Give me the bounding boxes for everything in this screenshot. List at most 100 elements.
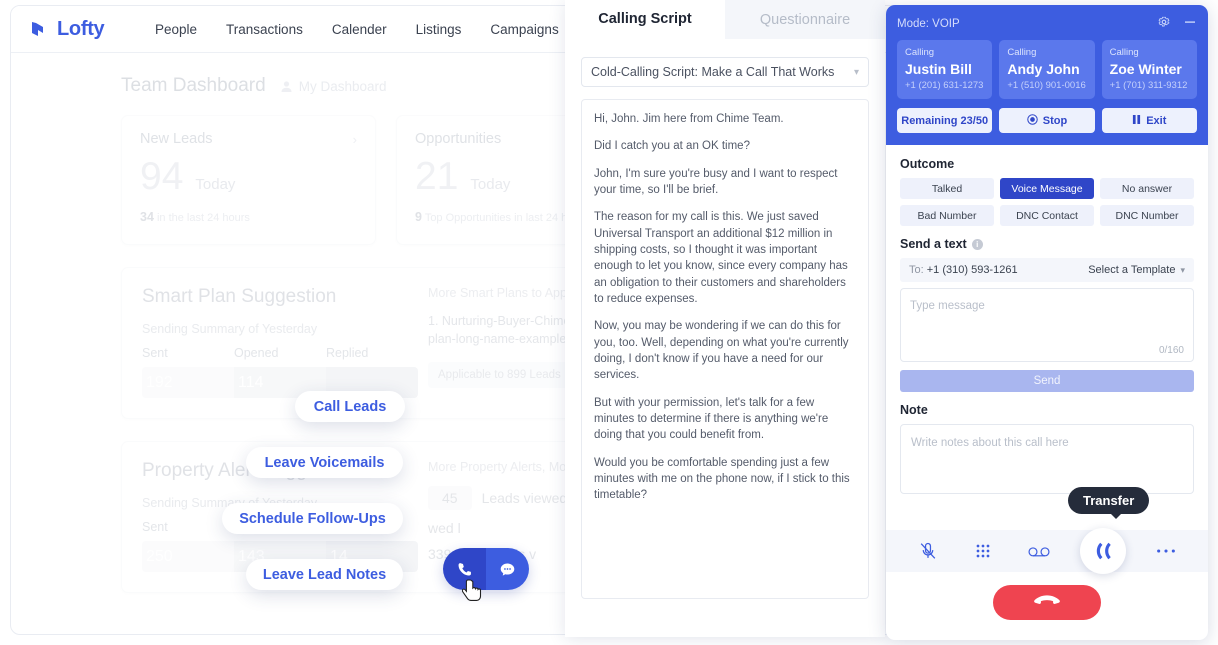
contact-status: Calling (1109, 47, 1139, 58)
voip-mode-label: Mode: VOIP (897, 18, 960, 30)
outcome-no-answer-button[interactable]: No answer (1100, 178, 1194, 199)
contact-card[interactable]: Calling Andy John +1 (510) 901-0016 (999, 40, 1095, 99)
smart-plan-subtitle: Sending Summary of Yesterday (142, 322, 318, 336)
more-options-icon[interactable] (1151, 536, 1181, 566)
script-select-dropdown[interactable]: Cold-Calling Script: Make a Call That Wo… (581, 57, 869, 87)
my-dashboard-link[interactable]: My Dashboard (280, 79, 387, 94)
column-opened: Opened (234, 346, 279, 360)
smart-plan-applicable-badge: Applicable to 899 Leads (428, 362, 571, 389)
stop-button[interactable]: Stop (999, 108, 1095, 133)
lofty-logo-text: Lofty (57, 17, 105, 40)
kpi-value: 21 (415, 155, 459, 198)
contact-name: Zoe Winter (1109, 61, 1182, 77)
note-placeholder: Write notes about this call here (911, 437, 1069, 449)
exit-label: Exit (1146, 114, 1167, 127)
nav-item-listings[interactable]: Listings (416, 22, 462, 37)
outcome-dnc-number-button[interactable]: DNC Number (1100, 205, 1194, 226)
sms-message-button[interactable] (486, 548, 529, 590)
gear-icon[interactable] (1157, 15, 1171, 34)
dialpad-icon[interactable] (968, 536, 998, 566)
outcome-bad-number-button[interactable]: Bad Number (900, 205, 994, 226)
chevron-down-icon: ▾ (1180, 264, 1185, 275)
nav-item-calender[interactable]: Calender (332, 22, 387, 37)
script-paragraph: Would you be comfortable spending just a… (594, 456, 850, 502)
leave-voicemails-button[interactable]: Leave Voicemails (246, 447, 403, 478)
script-paragraph: Did I catch you at an OK time? (594, 140, 750, 153)
page-title: Team Dashboard (121, 75, 266, 96)
send-text-section: Send a text i (900, 237, 1194, 251)
info-icon[interactable]: i (971, 238, 983, 250)
contact-card[interactable]: Calling Justin Bill +1 (201) 631-1273 (897, 40, 993, 99)
schedule-follow-ups-button[interactable]: Schedule Follow-Ups (222, 503, 403, 534)
kpi-card-new-leads[interactable]: New Leads › 94 Today 34 in the last 24 h… (121, 115, 376, 245)
minimize-icon[interactable] (1183, 15, 1197, 34)
message-textarea[interactable]: Type message 0/160 (900, 288, 1194, 362)
script-text-body: Hi, John. Jim here from Chime Team. Did … (581, 99, 869, 599)
outcome-dnc-contact-button[interactable]: DNC Contact (1000, 205, 1094, 226)
script-body: Cold-Calling Script: Make a Call That Wo… (565, 39, 885, 599)
outcome-section-title: Outcome (900, 157, 955, 171)
column-sent: Sent (142, 520, 168, 534)
contact-status: Calling (1007, 47, 1037, 58)
hangup-button[interactable] (993, 585, 1101, 620)
lofty-logo[interactable]: Lofty (29, 18, 137, 41)
kpi-title: Opportunities (415, 131, 502, 147)
kpi-footer-number: 9 (415, 210, 422, 224)
kpi-period: Today (195, 176, 236, 193)
alert-count: 45 (428, 486, 472, 510)
calling-contacts-list: Calling Justin Bill +1 (201) 631-1273 Ca… (897, 40, 1197, 99)
kpi-footer-number: 34 (140, 210, 154, 224)
select-template-dropdown[interactable]: Select a Template ▾ (1088, 264, 1185, 276)
chevron-right-icon[interactable]: › (353, 132, 357, 147)
voip-header: Mode: VOIP Calling Justin Bill +1 (201) … (886, 5, 1208, 145)
kpi-footer-text: in the last 24 hours (156, 212, 250, 224)
send-text-button[interactable]: Send (900, 370, 1194, 392)
contact-phone: +1 (701) 311-9312 (1109, 80, 1188, 91)
stop-label: Stop (1042, 114, 1068, 127)
kpi-value: 94 (140, 155, 184, 198)
nav-item-campaigns[interactable]: Campaigns (490, 22, 558, 37)
voip-header-top: Mode: VOIP (897, 14, 1197, 34)
nav-item-transactions[interactable]: Transactions (226, 22, 303, 37)
kpi-title: New Leads (140, 131, 213, 147)
script-paragraph: Hi, John. Jim here from Chime Team. (594, 113, 784, 125)
hangup-icon (1033, 592, 1061, 613)
contact-card[interactable]: Calling Zoe Winter +1 (701) 311-9312 (1101, 40, 1197, 99)
leave-lead-notes-button[interactable]: Leave Lead Notes (246, 559, 403, 590)
exit-button[interactable]: Exit (1101, 108, 1197, 133)
voip-control-row: Remaining 23/50 Stop Exit (897, 108, 1197, 133)
outcome-voice-message-button[interactable]: Voice Message (1000, 178, 1094, 199)
contact-phone: +1 (510) 901-0016 (1007, 80, 1086, 91)
smart-plan-columns: Sent Opened Replied (142, 346, 418, 360)
outcome-options-grid: Talked Voice Message No answer Bad Numbe… (900, 178, 1194, 226)
call-sms-capsule[interactable] (443, 548, 529, 590)
transfer-tooltip: Transfer (1068, 487, 1150, 519)
contact-status: Calling (905, 47, 935, 58)
script-select-value: Cold-Calling Script: Make a Call That Wo… (591, 65, 835, 79)
script-paragraph: But with your permission, let's talk for… (594, 396, 829, 442)
voip-header-icons (1157, 15, 1197, 34)
my-dashboard-label: My Dashboard (298, 78, 387, 94)
nav-item-people[interactable]: People (155, 22, 197, 37)
transfer-icon[interactable] (1079, 528, 1126, 574)
note-textarea[interactable]: Write notes about this call here (900, 424, 1194, 494)
stop-icon (1027, 113, 1038, 128)
message-placeholder: Type message (910, 300, 985, 312)
mic-muted-icon[interactable] (913, 536, 943, 566)
script-tabs: Calling Script Questionnaire (565, 0, 885, 39)
character-counter: 0/160 (1158, 345, 1184, 356)
tab-calling-script[interactable]: Calling Script (565, 0, 725, 39)
to-value: +1 (310) 593-1261 (926, 264, 1018, 276)
main-nav: People Transactions Calender Listings Ca… (155, 22, 605, 37)
tab-questionnaire[interactable]: Questionnaire (725, 0, 885, 39)
column-sent: Sent (142, 346, 168, 360)
voicemail-icon[interactable] (1024, 536, 1054, 566)
script-paragraph: John, I'm sure you're busy and I want to… (594, 167, 838, 196)
remaining-counter-button[interactable]: Remaining 23/50 (897, 108, 993, 133)
chevron-down-icon: ▾ (853, 66, 859, 78)
script-paragraph: Now, you may be wondering if we can do t… (594, 320, 849, 382)
voip-dialer-panel: Mode: VOIP Calling Justin Bill +1 (201) … (886, 5, 1208, 640)
outcome-talked-button[interactable]: Talked (900, 178, 994, 199)
note-section-title: Note (900, 403, 928, 417)
call-leads-button[interactable]: Call Leads (295, 391, 405, 422)
